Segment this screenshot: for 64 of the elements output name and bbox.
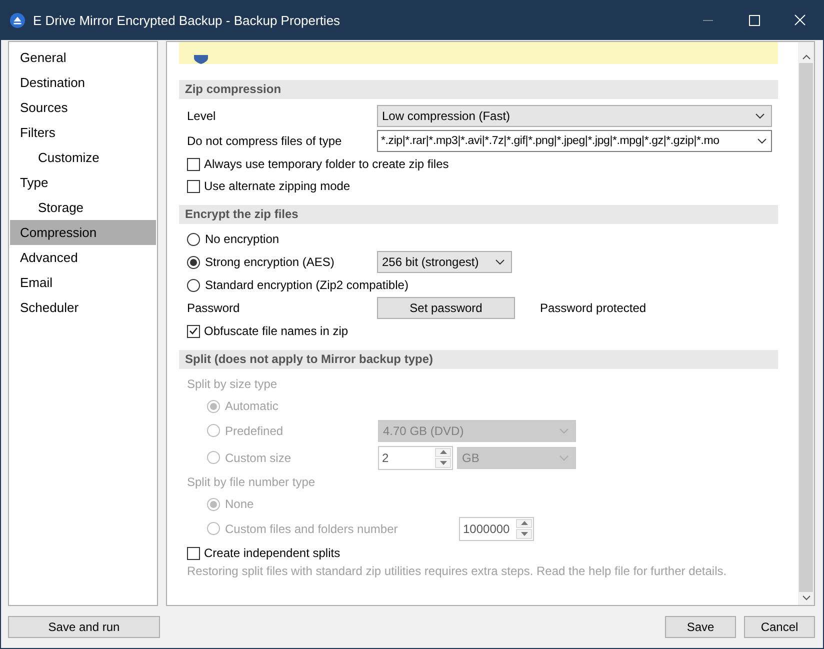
up-arrow-icon [520, 521, 528, 526]
section-header: Zip compression [179, 80, 778, 99]
section-header: Encrypt the zip files [179, 205, 778, 224]
checkbox-label: Always use temporary folder to create zip files [204, 157, 449, 171]
maximize-icon [748, 14, 760, 26]
scrollbar[interactable] [798, 42, 814, 605]
radio-button[interactable] [187, 256, 200, 268]
save-button[interactable]: Save [665, 616, 736, 638]
radio-label: Custom size [225, 450, 292, 464]
level-dropdown[interactable]: Low compression (Fast) [377, 104, 772, 126]
checkbox[interactable] [187, 158, 200, 170]
field-label: Level [187, 108, 217, 122]
radio-label: Standard encryption (Zip2 compatible) [205, 278, 408, 292]
radio-label: None [225, 497, 255, 511]
field-label: Do not compress files of type [187, 134, 343, 148]
radio-label: Automatic [225, 399, 280, 413]
set-password-button[interactable]: Set password [377, 297, 515, 319]
radio-label: No encryption [205, 232, 280, 246]
chevron-down-icon [559, 454, 569, 460]
chevron-down-icon [757, 138, 767, 144]
scroll-down-icon [802, 595, 810, 601]
sidebar-item[interactable]: Email [10, 270, 156, 295]
password-status: Password protected [540, 301, 646, 315]
sidebar-item[interactable]: Advanced [10, 245, 156, 270]
sidebar-item[interactable]: Compression [10, 220, 156, 245]
chevron-down-icon [755, 112, 765, 118]
sidebar-item[interactable]: General [10, 45, 156, 70]
down-arrow-icon [440, 460, 446, 465]
checkbox[interactable] [187, 546, 200, 560]
sidebar-item[interactable]: Sources [10, 95, 156, 120]
checkbox-label: Obfuscate file names in zip [204, 324, 348, 338]
checkbox-label: Use alternate zipping mode [204, 179, 350, 193]
checkbox[interactable] [187, 180, 200, 192]
group-label: Split by size type [187, 377, 278, 391]
group-label: Split by file number type [187, 475, 316, 489]
scroll-up-icon [802, 54, 810, 60]
sidebar-item[interactable]: Customize [10, 145, 156, 170]
up-arrow-icon [440, 450, 446, 454]
radio-label: Strong encryption (AES) [205, 255, 336, 269]
radio-button[interactable] [187, 278, 200, 292]
sidebar-item[interactable]: Filters [10, 120, 156, 145]
radio-label: Custom files and folders number [225, 522, 399, 536]
app-icon [10, 12, 25, 28]
file-types-field[interactable]: *.zip|*.rar|*.mp3|*.avi|*.7z|*.gif|*.png|*.jpeg|*.jpg|*.mpg|*.gz|*.gzip|*.mo [377, 130, 772, 152]
chevron-down-icon [559, 428, 569, 434]
field-label: Password [187, 301, 241, 315]
close-icon [794, 14, 806, 26]
checkbox-label: Create independent splits [204, 546, 340, 560]
sidebar-item[interactable]: Storage [10, 195, 156, 220]
down-arrow-icon [520, 532, 528, 536]
radio-label: Predefined [225, 424, 284, 438]
help-note: Restoring split files with standard zip utilities requires extra steps. Read the help file for further details. [186, 564, 728, 580]
sidebar-item[interactable]: Type [10, 170, 156, 195]
sidebar-item[interactable]: Destination [10, 70, 156, 95]
chevron-down-icon [495, 259, 505, 265]
key-size-dropdown[interactable]: 256 bit (strongest) [377, 251, 512, 273]
sidebar-item[interactable]: Scheduler [10, 295, 156, 320]
save-and-run-button[interactable]: Save and run [8, 616, 160, 638]
info-icon [193, 55, 209, 64]
checkbox[interactable] [187, 324, 200, 338]
cancel-button[interactable]: Cancel [744, 616, 815, 638]
window-title: E Drive Mirror Encrypted Backup - Backup Properties [33, 12, 342, 28]
radio-button[interactable] [187, 232, 200, 246]
section-header: Split (does not apply to Mirror backup type) [179, 350, 778, 369]
